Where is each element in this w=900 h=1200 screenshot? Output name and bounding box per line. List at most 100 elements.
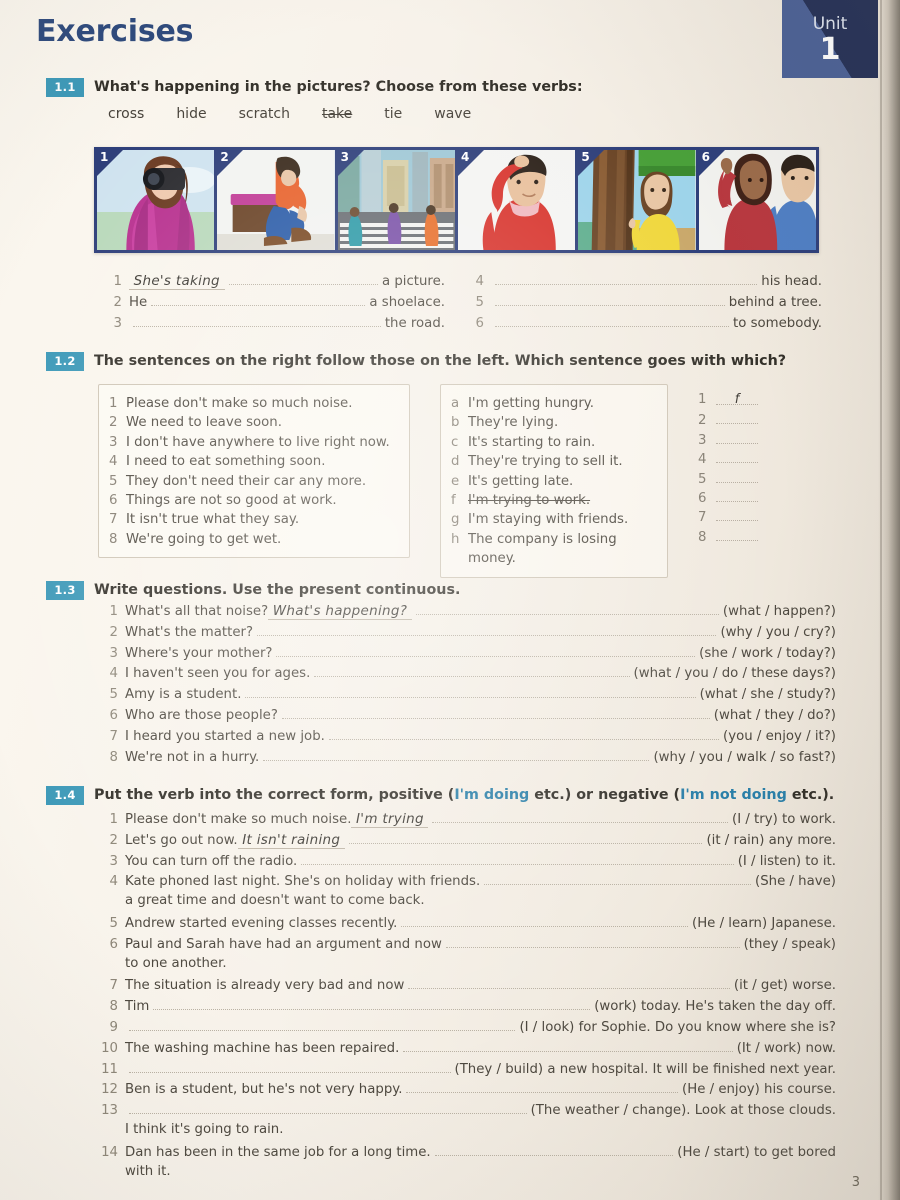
match-left-item[interactable]: 3 I don't have anywhere to live right now… — [109, 433, 399, 452]
answer-line: 5 Andrew started evening classes recently… — [96, 914, 836, 931]
item-cue: a picture. — [381, 274, 445, 289]
match-left-item[interactable]: 4 I need to eat something soon. — [109, 452, 399, 471]
answer-blank[interactable] — [403, 1039, 733, 1052]
answer-blank[interactable] — [129, 1101, 527, 1115]
answer-line: 9 (I / look) for Sophie. Do you know wher… — [96, 1018, 836, 1035]
item-prompt: I heard you started a new job. — [125, 728, 325, 744]
answer-blank[interactable] — [276, 644, 696, 657]
answer-blank[interactable] — [495, 293, 725, 306]
verb-option-wave[interactable]: wave — [434, 106, 471, 122]
verb-option-tie[interactable]: tie — [384, 106, 402, 122]
match-answer-row[interactable]: 6 — [698, 489, 758, 508]
match-left-item[interactable]: 5 They don't need their car any more. — [109, 472, 399, 491]
answer-blank[interactable] — [151, 293, 366, 306]
answer-blank[interactable] — [495, 314, 729, 327]
handwritten-answer[interactable]: What's happening? — [268, 603, 412, 620]
match-left-text: We're going to get wet. — [126, 531, 282, 547]
instruction-highlight: I'm doing — [454, 787, 530, 803]
verb-option-scratch[interactable]: scratch — [239, 106, 290, 122]
verb-option-cross[interactable]: cross — [108, 106, 144, 122]
match-answer-row[interactable]: 2 — [698, 411, 758, 430]
handwritten-answer[interactable]: I'm trying — [351, 811, 429, 828]
answer-blank[interactable] — [408, 976, 730, 990]
answer-blank[interactable] — [495, 272, 758, 285]
item-cue: (It / work) now. — [736, 1040, 836, 1056]
match-answer-row[interactable]: 1f — [698, 392, 758, 411]
match-answer-blank[interactable] — [716, 450, 758, 464]
item-number: 1 — [109, 812, 118, 827]
match-answer-blank[interactable] — [716, 411, 758, 425]
answer-blank[interactable] — [133, 314, 381, 327]
unit-label: Unit — [812, 14, 848, 34]
match-left-item[interactable]: 6 Things are not so good at work. — [109, 491, 399, 510]
exercise-instruction-1-2: The sentences on the right follow those … — [94, 353, 787, 369]
answer-blank[interactable] — [484, 872, 752, 886]
verb-option-take[interactable]: take — [322, 106, 352, 122]
match-left-text: I don't have anywhere to live right now. — [126, 434, 390, 450]
answer-blank[interactable] — [328, 727, 720, 740]
match-answer-blank[interactable] — [716, 528, 758, 541]
match-answer-row[interactable]: 7 — [698, 508, 758, 527]
answer-blank[interactable] — [415, 602, 719, 615]
match-right-item[interactable]: g I'm staying with friends. — [451, 510, 657, 529]
handwritten-answer[interactable]: She's taking — [129, 273, 225, 290]
answer-blank[interactable] — [348, 831, 703, 844]
answer-blank[interactable] — [129, 1060, 451, 1073]
match-right-text: It's starting to rain. — [468, 434, 596, 450]
item-prompt: The situation is already very bad and no… — [125, 978, 405, 994]
item-number: 7 — [109, 728, 118, 744]
verb-option-hide[interactable]: hide — [176, 106, 206, 122]
answer-blank[interactable] — [263, 748, 650, 761]
match-answer-row[interactable]: 3 — [698, 431, 758, 450]
handwritten-answer[interactable]: It isn't raining — [237, 832, 345, 849]
match-left-item[interactable]: 2 We need to leave soon. — [109, 413, 399, 432]
item-number: 4 — [475, 274, 484, 289]
answer-blank[interactable] — [245, 685, 696, 699]
answer-blank[interactable] — [228, 272, 378, 285]
answer-blank[interactable] — [153, 997, 591, 1011]
match-answer-blank[interactable] — [716, 431, 758, 444]
answer-blank[interactable] — [301, 852, 734, 865]
match-right-item[interactable]: a I'm getting hungry. — [451, 394, 657, 413]
match-right-item[interactable]: f I'm trying to work. — [451, 491, 657, 510]
answer-blank[interactable] — [129, 1018, 516, 1031]
item-cue: (what / happen?) — [722, 604, 836, 619]
item-prompt: Please don't make so much noise. — [125, 812, 352, 827]
match-answer-row[interactable]: 5 — [698, 470, 758, 489]
answer-blank[interactable] — [257, 623, 717, 636]
answer-line: 3 Where's your mother? (she / work / today… — [96, 644, 836, 661]
match-left-item[interactable]: 8 We're going to get wet. — [109, 530, 399, 549]
match-answer-blank[interactable] — [716, 470, 758, 483]
match-answer-blank[interactable] — [716, 489, 758, 502]
answer-line: 14 Dan has been in the same job for a lon… — [96, 1143, 836, 1160]
answer-blank[interactable] — [406, 1080, 679, 1094]
match-answer-blank[interactable]: f — [716, 392, 758, 407]
match-right-item[interactable]: h The company is losing money. — [451, 530, 657, 569]
match-answer-row[interactable]: 8 — [698, 528, 758, 547]
match-right-item[interactable]: c It's starting to rain. — [451, 433, 657, 452]
answer-blank[interactable] — [314, 664, 630, 678]
answer-line: 2 What's the matter? (why / you / cry?) — [96, 623, 836, 640]
match-right-item[interactable]: d They're trying to sell it. — [451, 452, 657, 471]
picture-strip: 1 2 3 4 5 6 — [94, 147, 819, 253]
answer-line: 3 You can turn off the radio. (I / listen)… — [96, 852, 836, 869]
match-right-key: f — [451, 493, 456, 509]
match-left-key: 6 — [109, 493, 118, 509]
match-answer-blank[interactable] — [716, 508, 758, 522]
item-number: 5 — [109, 916, 118, 931]
answer-blank[interactable] — [401, 914, 688, 927]
item-number: 1 — [109, 604, 118, 619]
answer-blank[interactable] — [445, 935, 740, 948]
match-left-item[interactable]: 7 It isn't true what they say. — [109, 510, 399, 529]
match-right-item[interactable]: b They're lying. — [451, 413, 657, 432]
instruction-text: etc.). — [786, 787, 835, 803]
match-right-item[interactable]: e It's getting late. — [451, 472, 657, 491]
item-number: 8 — [109, 999, 118, 1015]
item-number: 10 — [101, 1040, 118, 1056]
item-prompt: What's the matter? — [125, 624, 254, 640]
answer-blank[interactable] — [434, 1143, 674, 1156]
match-left-item[interactable]: 1 Please don't make so much noise. — [109, 394, 399, 413]
answer-blank[interactable] — [281, 706, 710, 719]
answer-blank[interactable] — [432, 810, 728, 823]
match-answer-row[interactable]: 4 — [698, 450, 758, 469]
